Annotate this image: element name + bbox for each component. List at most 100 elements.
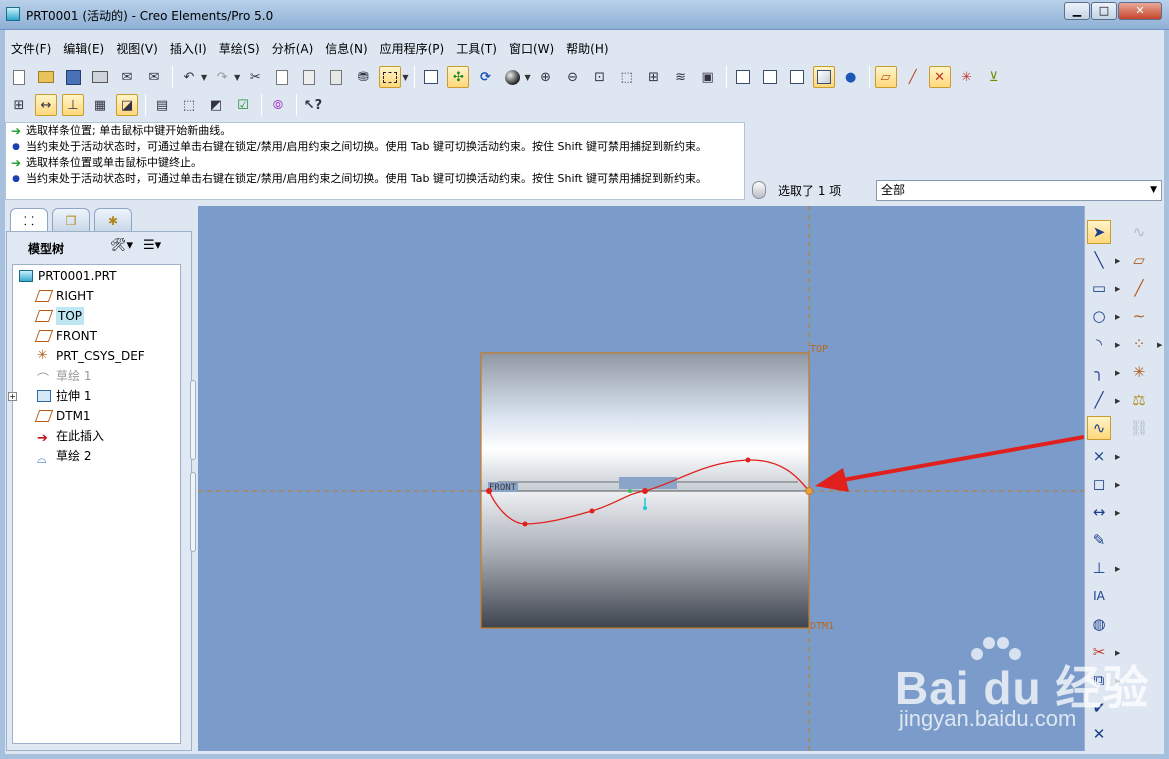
datum-axes-toggle[interactable]: ╱ <box>902 66 924 88</box>
tab-folder-browser[interactable]: ❐ <box>52 208 90 232</box>
annotation-toggle[interactable]: ⊻ <box>983 66 1005 88</box>
tree-node-front[interactable]: FRONT <box>34 327 97 345</box>
arc-tool-button[interactable]: ◝ <box>1087 332 1111 356</box>
spline-point[interactable] <box>642 488 648 494</box>
datum-points-toggle[interactable]: ✕ <box>928 66 951 88</box>
wireframe-button[interactable] <box>732 66 754 88</box>
menu-view[interactable]: 视图(V) <box>110 36 164 58</box>
csys-toggle[interactable]: ✳ <box>956 66 978 88</box>
minimize-button[interactable]: ▁ <box>1064 2 1090 20</box>
chevron-right-icon[interactable]: ▶ <box>1115 257 1120 265</box>
undo-dropdown-icon[interactable]: ▼ <box>201 73 207 82</box>
sketcher-palette-button[interactable]: ◍ <box>1087 612 1111 636</box>
new-file-button[interactable] <box>8 66 30 88</box>
save-button[interactable] <box>62 66 84 88</box>
point-tool-button[interactable]: × <box>1087 444 1111 468</box>
view-manager-button[interactable]: ▣ <box>697 66 719 88</box>
menu-applications[interactable]: 应用程序(P) <box>374 36 451 58</box>
tree-node-top[interactable]: TOP <box>34 307 85 325</box>
zoom-in-button[interactable]: ⊕ <box>535 66 557 88</box>
dimension-tool-button[interactable]: ↔ <box>1087 500 1111 524</box>
email-button[interactable]: ✉ <box>116 66 138 88</box>
feature-requirements-button[interactable]: ☑ <box>232 94 254 116</box>
tree-node-part[interactable]: PRT0001.PRT <box>19 267 116 285</box>
hidden-line-button[interactable] <box>759 66 781 88</box>
spline-point[interactable] <box>522 521 528 527</box>
select-box-dropdown-icon[interactable]: ▼ <box>402 73 408 82</box>
chevron-right-icon[interactable]: ▶ <box>1157 341 1162 349</box>
undo-button[interactable]: ↶ <box>178 66 200 88</box>
rectangle-tool-button[interactable]: ▭ <box>1087 276 1111 300</box>
menu-sketch[interactable]: 草绘(S) <box>213 36 266 58</box>
fillet-tool-button[interactable]: ╮ <box>1087 360 1111 384</box>
menu-file[interactable]: 文件(F) <box>5 36 57 58</box>
menu-edit[interactable]: 编辑(E) <box>57 36 110 58</box>
expand-toggle-icon[interactable]: + <box>8 392 17 401</box>
splitter-grip[interactable] <box>190 472 196 552</box>
redo-button[interactable]: ↷ <box>211 66 233 88</box>
tree-node-csys[interactable]: ✳ PRT_CSYS_DEF <box>37 347 145 365</box>
appearance-button[interactable] <box>501 66 523 88</box>
spline-point[interactable] <box>486 488 492 494</box>
toggle-grid-button[interactable]: ▦ <box>89 94 111 116</box>
toggle-dimensions-button[interactable]: ↔ <box>35 94 57 116</box>
datum-curve-tool-button[interactable]: ∼ <box>1127 304 1151 328</box>
modify-tool-button[interactable]: ✎ <box>1087 528 1111 552</box>
chevron-right-icon[interactable]: ▶ <box>1115 369 1120 377</box>
tree-node-dtm1[interactable]: DTM1 <box>34 407 91 425</box>
text-tool-button[interactable]: IA <box>1087 584 1111 608</box>
navigator-splitter[interactable] <box>190 380 198 552</box>
chevron-right-icon[interactable]: ▶ <box>1115 397 1120 405</box>
refit-button[interactable]: ⊡ <box>589 66 611 88</box>
overlap-geometry-button[interactable]: ⬚ <box>178 94 200 116</box>
open-ends-button[interactable]: ◩ <box>205 94 227 116</box>
link-tool-button[interactable]: ⛓ <box>1127 416 1151 440</box>
no-hidden-button[interactable] <box>786 66 808 88</box>
selection-filter-select[interactable]: 全部 ▼ <box>876 180 1162 201</box>
open-file-button[interactable] <box>35 66 57 88</box>
email-link-button[interactable]: ✉ <box>143 66 165 88</box>
enhanced-realism-button[interactable]: ● <box>840 66 862 88</box>
toggle-vertices-button[interactable]: ◪ <box>116 94 138 116</box>
spline-endpoint[interactable] <box>805 487 813 495</box>
menu-insert[interactable]: 插入(I) <box>164 36 213 58</box>
repaint-button[interactable] <box>420 66 442 88</box>
layers-button[interactable]: ≋ <box>670 66 692 88</box>
palette-button[interactable]: ∿ <box>1127 220 1151 244</box>
orient-mode-button[interactable]: ⟳ <box>474 66 496 88</box>
constraint-tool-button[interactable]: ⊥ <box>1087 556 1111 580</box>
tree-settings-icon[interactable]: 🛠▾ <box>110 238 133 253</box>
tab-favorites[interactable]: ✱ <box>94 208 132 232</box>
context-help-button[interactable]: ↖? <box>302 94 324 116</box>
tree-node-sketch2[interactable]: ⌓ 草绘 2 <box>37 447 91 466</box>
chevron-right-icon[interactable]: ▶ <box>1115 481 1120 489</box>
csys-tool-button[interactable]: ✳ <box>1127 360 1151 384</box>
spline-point[interactable] <box>745 457 751 463</box>
maximize-button[interactable]: □ <box>1091 2 1117 20</box>
datum-plane-tool-button[interactable]: ▱ <box>1127 248 1151 272</box>
tree-node-right[interactable]: RIGHT <box>34 287 94 305</box>
circle-tool-button[interactable]: ○ <box>1087 304 1111 328</box>
spin-center-button[interactable]: ✣ <box>447 66 470 88</box>
cut-button[interactable]: ✂ <box>244 66 266 88</box>
tree-node-extrude1[interactable]: 拉伸 1 <box>37 387 91 405</box>
tree-show-icon[interactable]: ☰▾ <box>143 238 161 253</box>
shade-closed-button[interactable]: ▤ <box>151 94 173 116</box>
chevron-right-icon[interactable]: ▶ <box>1115 565 1120 573</box>
chevron-right-icon[interactable]: ▶ <box>1115 285 1120 293</box>
cylinder-upper-face[interactable] <box>481 353 809 491</box>
paste-special-button[interactable] <box>325 66 347 88</box>
sketch-view-button[interactable]: ⦾ <box>267 94 289 116</box>
select-box-button[interactable] <box>379 66 402 88</box>
menu-info[interactable]: 信息(N) <box>319 36 373 58</box>
cylinder-lower-face[interactable] <box>481 491 809 628</box>
redo-dropdown-icon[interactable]: ▼ <box>234 73 240 82</box>
datum-planes-toggle[interactable]: ▱ <box>874 66 897 88</box>
menu-analysis[interactable]: 分析(A) <box>266 36 320 58</box>
print-button[interactable] <box>89 66 111 88</box>
spline-tool-button[interactable]: ∿ <box>1087 416 1111 440</box>
menu-tools[interactable]: 工具(T) <box>450 36 503 58</box>
spline-point[interactable] <box>589 508 595 514</box>
datum-point-tool-button[interactable]: ⁘ <box>1127 332 1151 356</box>
datum-axis-tool-button[interactable]: ╱ <box>1127 276 1151 300</box>
